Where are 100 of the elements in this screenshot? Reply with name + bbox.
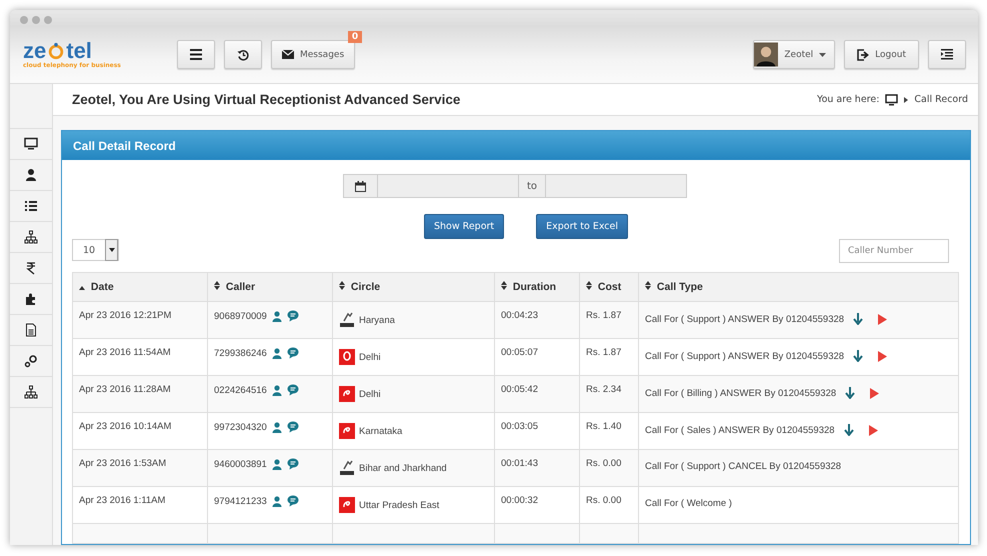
caller-number: 9068970009 [214, 310, 267, 322]
history-icon [237, 48, 249, 60]
calendar-addon[interactable] [343, 174, 378, 198]
call-type-text: Call For ( Support ) ANSWER By 01204559328 [645, 314, 844, 324]
user-icon [24, 168, 38, 182]
column-header[interactable]: Call Type [638, 272, 958, 302]
user-menu-button[interactable]: Zeotel [753, 40, 836, 69]
play-icon[interactable] [878, 314, 888, 324]
export-button[interactable]: Export to Excel [536, 214, 628, 239]
page-size-select[interactable]: 10 [72, 239, 119, 261]
circle-name: Delhi [359, 352, 381, 362]
chat-icon[interactable] [286, 495, 299, 507]
puzzle-icon [24, 292, 38, 306]
table-cell: Apr 23 2016 1:53AM [72, 450, 208, 486]
document-icon [24, 323, 38, 337]
indent-button[interactable] [928, 40, 966, 69]
ring-logo-icon [47, 42, 66, 60]
download-icon[interactable] [853, 350, 864, 362]
start-date-field[interactable] [378, 174, 519, 198]
history-button[interactable] [224, 40, 262, 69]
logout-button[interactable]: Logout [844, 40, 919, 69]
monitor-icon [885, 94, 898, 106]
circle-name: Karnataka [359, 426, 402, 436]
messages-button[interactable]: Messages [271, 40, 356, 69]
chat-icon[interactable] [286, 310, 299, 322]
call-type-text: Call For ( Welcome ) [645, 498, 732, 509]
monitor-icon [24, 137, 38, 151]
indent-icon [941, 49, 953, 60]
call-type-text: Call For ( Billing ) ANSWER By 01204559328 [645, 388, 836, 398]
gears-icon [24, 354, 38, 368]
window-dot-icon[interactable] [44, 16, 52, 24]
column-header[interactable]: Date [72, 272, 208, 302]
caret-icon [819, 52, 826, 56]
caller-number: 7299386246 [214, 348, 267, 358]
sitemap-icon [24, 385, 38, 399]
download-icon[interactable] [844, 424, 854, 436]
list-icon [24, 199, 38, 213]
operator-logo-icon [339, 497, 355, 513]
menu-button[interactable] [177, 40, 215, 69]
column-header[interactable]: Circle [332, 272, 494, 302]
table-cell: Apr 23 2016 12:21PM [72, 302, 208, 338]
contact-icon[interactable] [272, 384, 282, 396]
column-header[interactable]: Duration [494, 272, 580, 302]
message-count-badge: 0 [348, 31, 362, 43]
table-cell: 00:04:23 [494, 302, 580, 338]
envelope-icon [282, 50, 294, 59]
circle-name: Haryana [359, 314, 395, 326]
avatar-icon [754, 41, 778, 68]
show-report-button[interactable]: Show Report [424, 214, 504, 239]
panel-title: Call Detail Record [73, 138, 176, 152]
breadcrumb-label: You are here: [817, 94, 880, 105]
end-date-field[interactable] [546, 174, 687, 198]
call-type-text: Call For ( Support ) CANCEL By 01204559328 [645, 461, 842, 472]
play-icon[interactable] [878, 350, 888, 362]
operator-logo-icon [339, 349, 355, 365]
operator-logo-icon [339, 423, 355, 439]
table-cell: 00:05:42 [494, 376, 580, 412]
call-type-text: Call For ( Support ) ANSWER By 01204559328 [645, 350, 844, 362]
operator-logo-icon [339, 386, 355, 402]
chat-icon[interactable] [286, 384, 299, 396]
chat-icon[interactable] [286, 458, 299, 470]
range-to-label: to [519, 174, 546, 198]
rupee-icon [24, 261, 38, 275]
play-icon[interactable] [868, 424, 878, 436]
contact-icon[interactable] [272, 348, 282, 358]
caller-number: 9972304320 [214, 422, 267, 432]
download-icon[interactable] [853, 313, 864, 325]
logo-text: ze [23, 40, 46, 62]
contact-icon[interactable] [272, 422, 282, 432]
caller-number: 0224264516 [214, 384, 267, 396]
play-icon[interactable] [870, 388, 880, 398]
column-header[interactable]: Caller [208, 272, 332, 302]
table-cell: Apr 23 2016 11:28AM [72, 376, 208, 412]
call-type-text: Call For ( Sales ) ANSWER By 01204559328 [645, 424, 835, 436]
calendar-icon [355, 180, 366, 192]
caller-number-field[interactable]: Caller Number [839, 239, 949, 263]
table-cell: Rs. 2.34 [580, 376, 638, 412]
table-cell: Rs. 1.87 [580, 302, 638, 338]
logo-text: tel [66, 40, 92, 62]
chat-icon[interactable] [286, 347, 299, 359]
caret-icon [108, 248, 114, 252]
menu-icon [190, 49, 202, 60]
window-dot-icon[interactable] [32, 16, 40, 24]
chevron-icon [904, 96, 908, 102]
user-name: Zeotel [784, 50, 814, 60]
breadcrumb-link[interactable]: Call Record [914, 94, 968, 105]
caller-number: 9460003891 [214, 458, 267, 470]
contact-icon[interactable] [272, 310, 282, 322]
page-size-value: 10 [83, 244, 96, 256]
table-cell: 00:01:43 [494, 450, 580, 486]
circle-name: Uttar Pradesh East [359, 500, 440, 510]
contact-icon[interactable] [272, 458, 282, 470]
window-dot-icon[interactable] [20, 16, 28, 24]
chat-icon[interactable] [286, 421, 299, 433]
column-header[interactable]: Cost [580, 272, 638, 302]
contact-icon[interactable] [272, 496, 282, 506]
operator-logo-icon [339, 312, 355, 328]
operator-logo-icon [339, 460, 355, 476]
circle-name: Delhi [359, 388, 381, 400]
download-icon[interactable] [845, 387, 856, 399]
